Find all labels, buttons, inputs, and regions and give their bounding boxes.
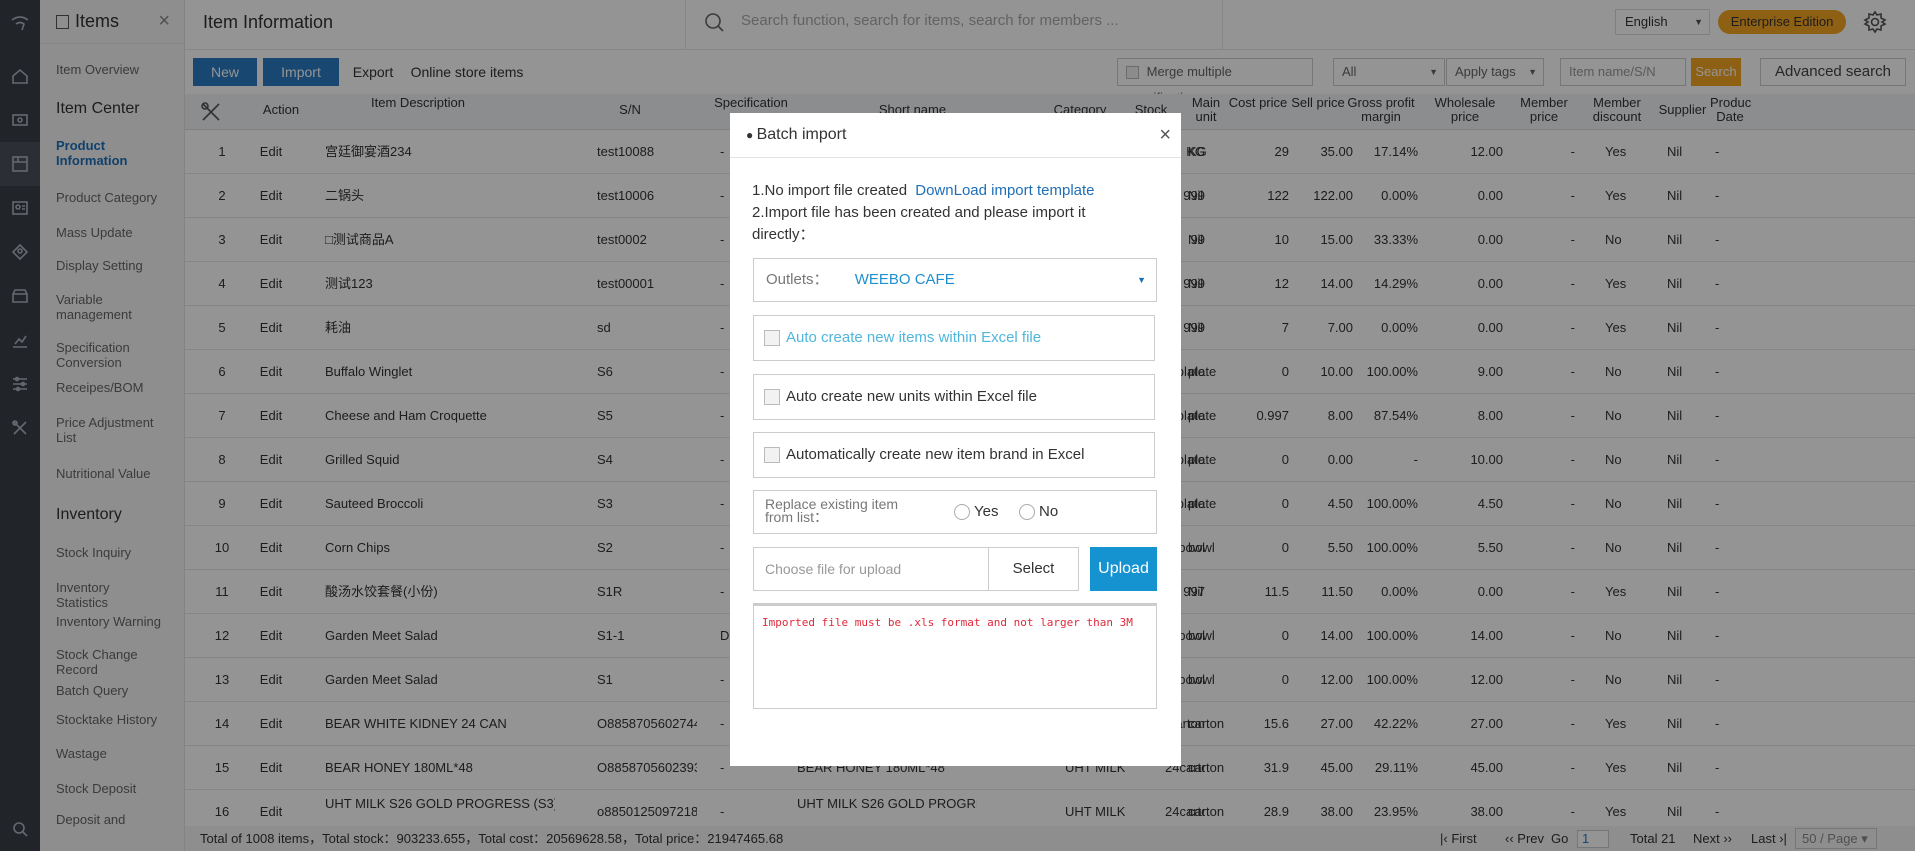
dialog-header: ● Batch import × — [730, 113, 1181, 158]
replace-label: Replace existing item from list： — [765, 496, 899, 525]
auto-create-items-checkbox[interactable] — [764, 330, 780, 347]
replace-no-radio[interactable]: No — [1019, 503, 1059, 521]
auto-create-items-option[interactable]: Auto create new items within Excel file — [753, 315, 1155, 361]
upload-button[interactable]: Upload — [1090, 547, 1157, 591]
instructions: 1.No import file created DownLoad import… — [752, 180, 1152, 246]
chevron-down-icon: ▼ — [1137, 275, 1146, 285]
auto-create-units-label: Auto create new units within Excel file — [786, 388, 1037, 405]
instruction-line-1: 1.No import file created — [752, 182, 908, 199]
no-label: No — [1039, 503, 1059, 520]
auto-create-brand-option[interactable]: Automatically create new item brand in E… — [753, 432, 1155, 478]
dialog-title: Batch import — [756, 126, 847, 143]
no-radio-circle[interactable] — [1019, 504, 1035, 521]
replace-existing-option: Replace existing item from list： Yes No — [753, 490, 1157, 534]
file-input[interactable]: Choose file for upload — [753, 547, 989, 591]
import-note-box: Imported file must be .xls format and no… — [753, 603, 1157, 709]
batch-import-dialog: ● Batch import × 1.No import file create… — [730, 113, 1181, 766]
auto-create-units-option[interactable]: Auto create new units within Excel file — [753, 374, 1155, 420]
file-placeholder: Choose file for upload — [765, 561, 902, 577]
replace-yes-radio[interactable]: Yes — [954, 503, 999, 521]
instruction-line-2: 2.Import file has been created and pleas… — [752, 204, 1086, 243]
select-file-button[interactable]: Select — [988, 547, 1079, 591]
auto-create-brand-label: Automatically create new item brand in E… — [786, 446, 1085, 463]
auto-create-items-label: Auto create new items within Excel file — [786, 329, 1042, 346]
yes-radio-circle[interactable] — [954, 504, 970, 521]
yes-label: Yes — [974, 503, 999, 520]
auto-create-brand-checkbox[interactable] — [764, 447, 780, 464]
outlets-value: WEEBO CAFE — [854, 271, 955, 288]
dialog-close-icon[interactable]: × — [1159, 113, 1171, 157]
outlets-select[interactable]: Outlets： WEEBO CAFE ▼ — [753, 258, 1157, 302]
download-template-link[interactable]: DownLoad import template — [915, 182, 1094, 199]
dialog-bullet: ● — [746, 128, 757, 142]
outlets-label: Outlets： — [766, 271, 829, 288]
import-note: Imported file must be .xls format and no… — [762, 616, 1133, 629]
auto-create-units-checkbox[interactable] — [764, 389, 780, 406]
